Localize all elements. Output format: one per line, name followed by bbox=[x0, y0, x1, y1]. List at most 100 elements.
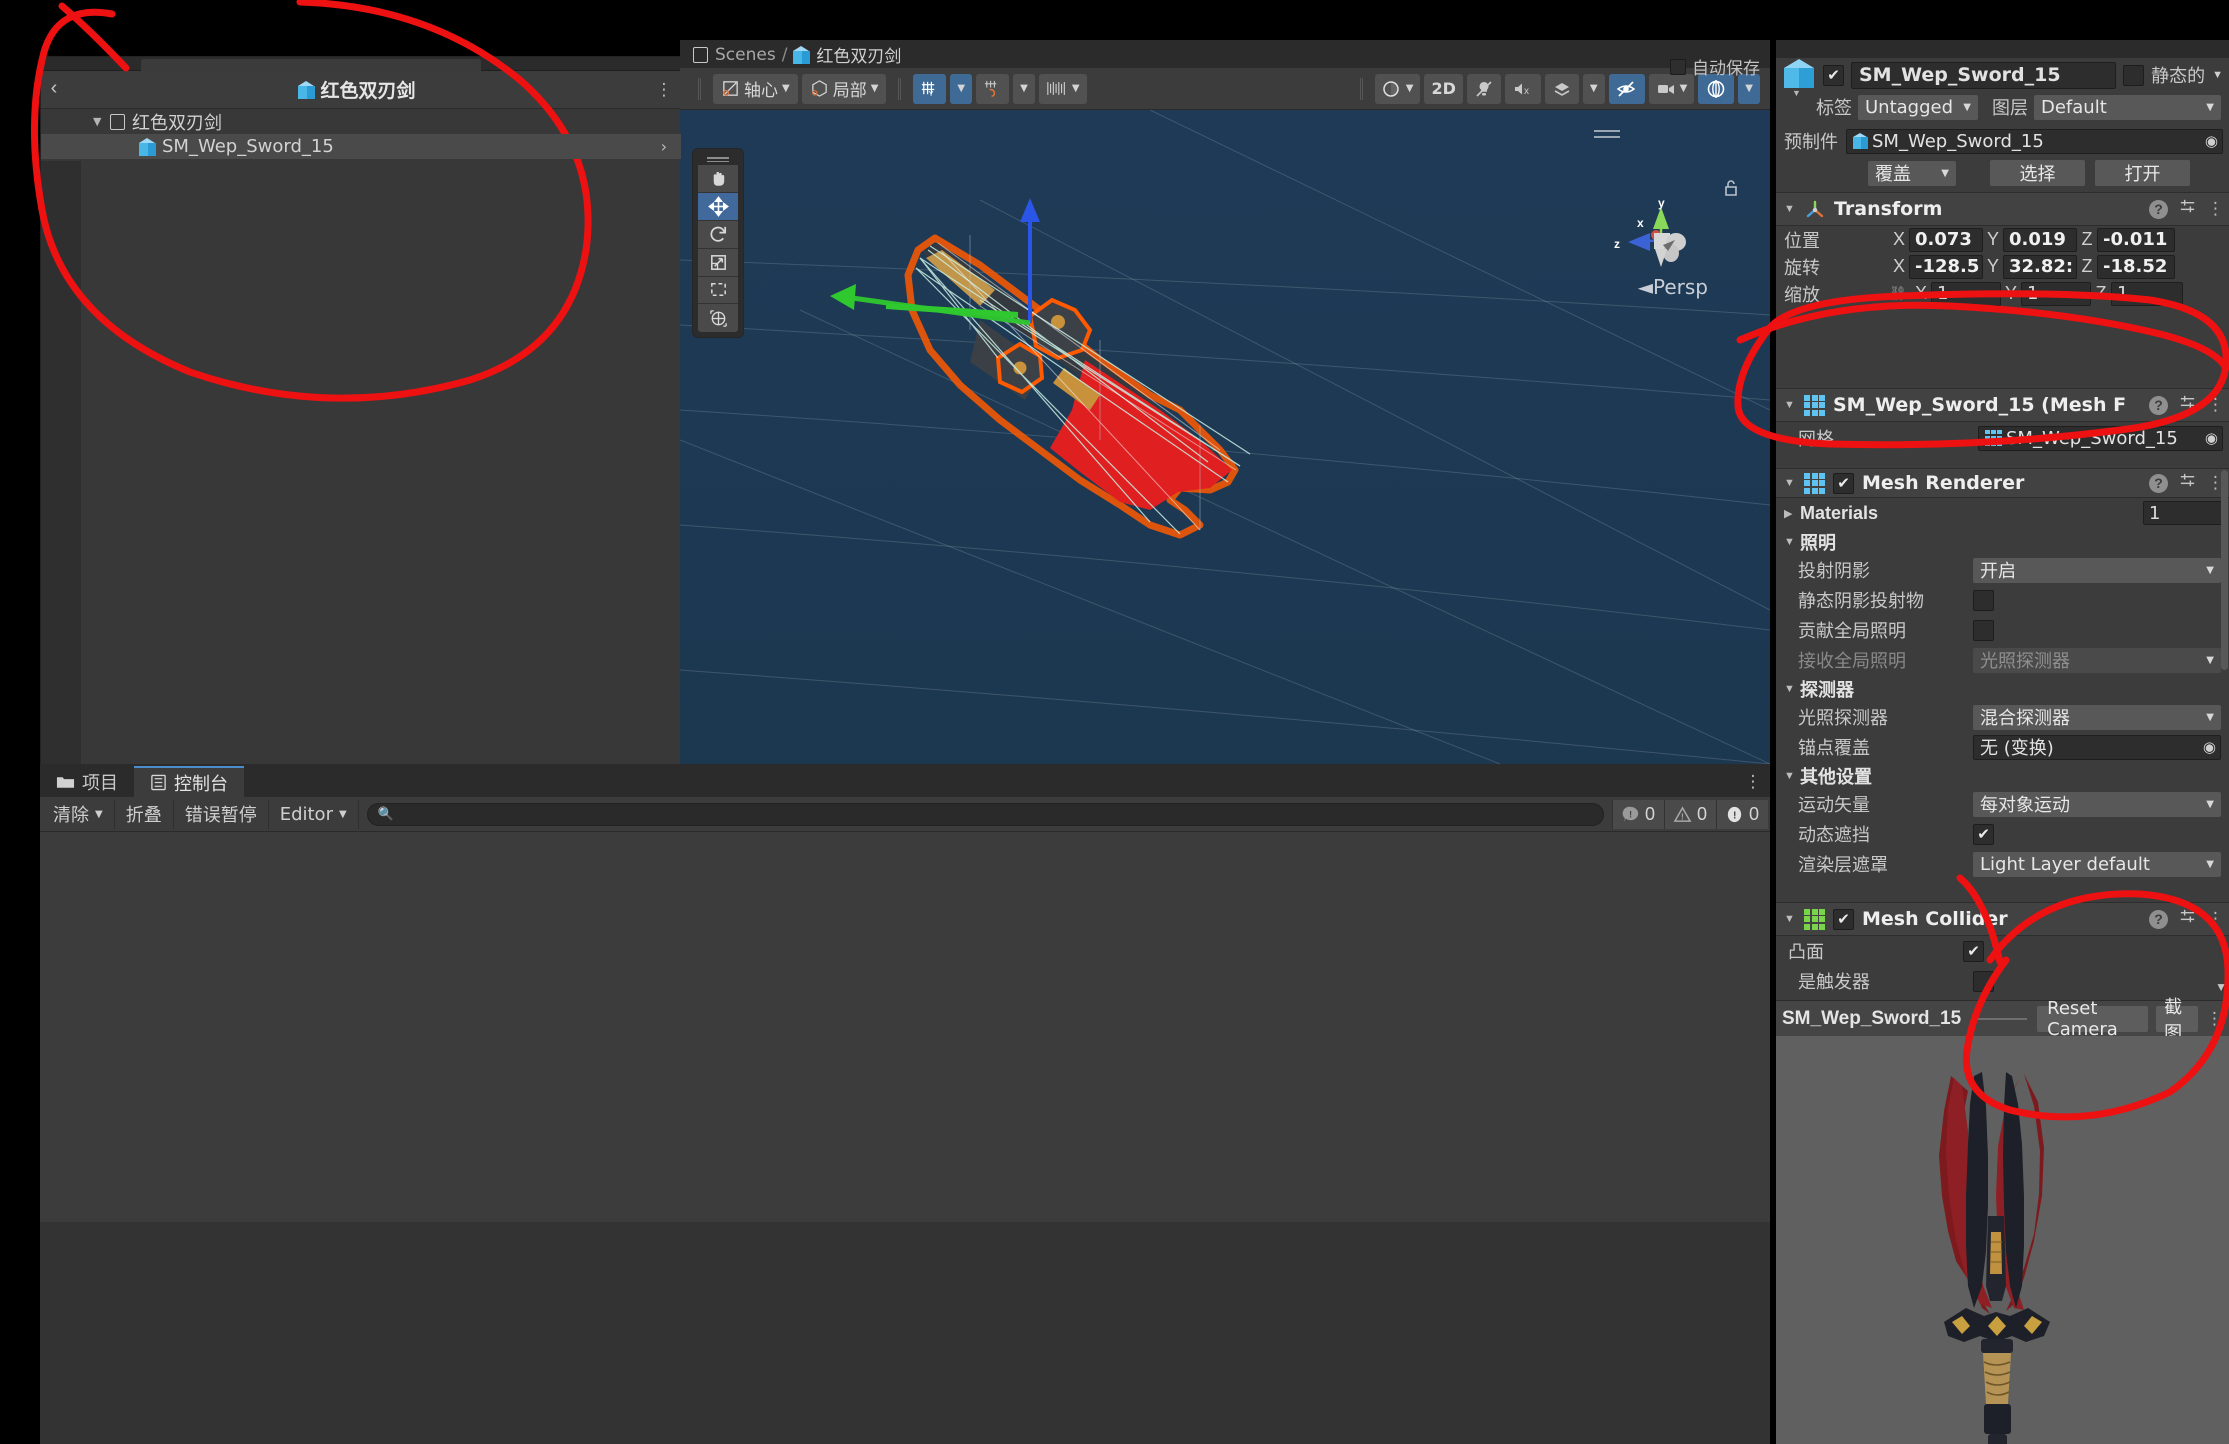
back-chevron-icon[interactable]: ‹ bbox=[41, 78, 67, 101]
preview-viewport[interactable]: CSDN @八倍镜咖啡馆花甲粉复合机 bbox=[1776, 1036, 2229, 1444]
help-icon[interactable]: ? bbox=[2149, 909, 2168, 929]
rotation-z-field[interactable]: -18.52 bbox=[2097, 254, 2175, 279]
mesh-collider-header[interactable]: ▼ ✔ Mesh Collider ? ⋮ bbox=[1776, 902, 2229, 936]
scale-z-field[interactable]: 1 bbox=[2111, 281, 2183, 306]
materials-count-field[interactable]: 1 bbox=[2143, 501, 2223, 525]
clear-button[interactable]: 清除 ▼ bbox=[42, 799, 115, 829]
prefab-select-button[interactable]: 选择 bbox=[1990, 160, 2085, 186]
rendering-layer-dropdown[interactable]: Light Layer default ▼ bbox=[1973, 851, 2221, 877]
chevron-down-icon[interactable]: ▼ bbox=[1784, 203, 1796, 215]
grid-snap-button[interactable] bbox=[976, 73, 1010, 104]
prefab-overrides-dropdown[interactable]: 覆盖 ▼ bbox=[1868, 160, 1956, 186]
rotation-y-field[interactable]: 32.82: bbox=[2003, 254, 2077, 279]
layer-dropdown[interactable]: Default ▼ bbox=[2034, 94, 2221, 120]
handle-space-button[interactable]: 局部 ▼ bbox=[801, 73, 887, 104]
scale-x-field[interactable]: 1 bbox=[1931, 281, 2001, 306]
scene-visibility-button[interactable] bbox=[1608, 73, 1645, 104]
hand-tool-button[interactable] bbox=[698, 165, 738, 194]
contribute-gi-checkbox[interactable]: ✔ bbox=[1973, 619, 1994, 641]
dynamic-occlusion-checkbox[interactable]: ✔ bbox=[1973, 823, 1994, 845]
rect-tool-button[interactable] bbox=[698, 276, 738, 305]
preset-icon[interactable] bbox=[2178, 907, 2197, 931]
breadcrumb-root[interactable]: Scenes bbox=[715, 45, 776, 65]
component-menu-icon[interactable]: ⋮ bbox=[2207, 910, 2224, 927]
palette-grip[interactable] bbox=[698, 154, 738, 165]
projection-label[interactable]: ◄Persp bbox=[1638, 275, 1708, 299]
preset-icon[interactable] bbox=[2178, 471, 2197, 495]
chevron-down-icon[interactable]: ▼ bbox=[2212, 69, 2223, 81]
draw-mode-button[interactable]: ▼ bbox=[1374, 73, 1421, 104]
object-enabled-checkbox[interactable]: ✔ bbox=[1823, 64, 1844, 86]
mesh-filter-header[interactable]: ▼ SM_Wep_Sword_15 (Mesh F ? ⋮ bbox=[1776, 388, 2229, 422]
hierarchy-tab[interactable] bbox=[141, 59, 481, 71]
preset-icon[interactable] bbox=[2178, 197, 2197, 221]
preview-menu-icon[interactable]: ⋮ bbox=[2206, 1010, 2223, 1027]
component-menu-icon[interactable]: ⋮ bbox=[2207, 474, 2224, 491]
tag-dropdown[interactable]: Untagged ▼ bbox=[1858, 94, 1978, 120]
scene-fx-button[interactable] bbox=[1544, 73, 1579, 104]
object-picker-icon[interactable]: ◉ bbox=[2205, 429, 2218, 447]
rotate-tool-button[interactable] bbox=[698, 221, 738, 249]
screenshot-button[interactable]: 截图 bbox=[2156, 997, 2198, 1044]
probes-section-header[interactable]: ▼ 探测器 bbox=[1776, 675, 2229, 702]
error-count-badge[interactable]: ! 0 bbox=[1716, 799, 1768, 829]
cast-shadows-dropdown[interactable]: 开启 ▼ bbox=[1973, 557, 2221, 583]
gizmo-grip[interactable] bbox=[1594, 130, 1620, 138]
scene-fx-dropdown[interactable]: ▼ bbox=[1582, 73, 1605, 104]
breadcrumb-current[interactable]: 红色双刃剑 bbox=[816, 42, 901, 67]
console-log-list[interactable] bbox=[40, 832, 1770, 1222]
materials-row[interactable]: ▶ Materials 1 bbox=[1776, 498, 2229, 528]
component-menu-icon[interactable]: ⋮ bbox=[2207, 396, 2224, 413]
mesh-collider-enabled-checkbox[interactable]: ✔ bbox=[1833, 908, 1854, 930]
collapse-button[interactable]: 折叠 bbox=[115, 799, 174, 829]
autosave-checkbox[interactable] bbox=[1670, 58, 1686, 75]
position-x-field[interactable]: 0.073 bbox=[1909, 227, 1983, 252]
scale-tool-button[interactable] bbox=[698, 248, 738, 277]
orientation-gizmo[interactable]: y z x bbox=[1606, 195, 1716, 285]
chevron-down-icon[interactable]: ▼ bbox=[95, 809, 103, 820]
mesh-object-field[interactable]: SM_Wep_Sword_15 ◉ bbox=[1978, 425, 2223, 451]
pivot-mode-button[interactable]: 轴心 ▼ bbox=[713, 73, 798, 104]
scene-lighting-button[interactable] bbox=[1466, 73, 1501, 104]
inspector-scrollbar[interactable] bbox=[2221, 470, 2228, 670]
transform-tool-button[interactable] bbox=[698, 304, 738, 333]
chevron-down-icon[interactable]: ▼ bbox=[93, 115, 109, 128]
component-menu-icon[interactable]: ⋮ bbox=[2207, 200, 2224, 217]
is-trigger-checkbox[interactable]: ✔ bbox=[1973, 970, 1994, 992]
static-checkbox[interactable]: ✔ bbox=[2123, 64, 2145, 86]
chevron-right-icon[interactable]: ▶ bbox=[1784, 507, 1796, 520]
mesh-renderer-enabled-checkbox[interactable]: ✔ bbox=[1833, 472, 1854, 494]
chevron-right-icon[interactable]: › bbox=[661, 137, 667, 156]
motion-vectors-dropdown[interactable]: 每对象运动 ▼ bbox=[1973, 791, 2221, 817]
search-input[interactable]: 🔍 bbox=[366, 802, 1604, 826]
prefab-open-button[interactable]: 打开 bbox=[2095, 160, 2190, 186]
help-icon[interactable]: ? bbox=[2149, 199, 2168, 219]
help-icon[interactable]: ? bbox=[2149, 395, 2168, 415]
reset-camera-button[interactable]: Reset Camera bbox=[2037, 998, 2149, 1040]
chevron-down-icon[interactable]: ▼ bbox=[1784, 683, 1796, 695]
scene-audio-button[interactable]: x bbox=[1504, 73, 1541, 104]
grid-dropdown-button[interactable]: ▼ bbox=[950, 73, 973, 104]
preset-icon[interactable] bbox=[2178, 393, 2197, 417]
2d-toggle-button[interactable]: 2D bbox=[1424, 73, 1463, 104]
transform-header[interactable]: ▼ Transform ? ⋮ bbox=[1776, 192, 2229, 226]
additional-section-header[interactable]: ▼ 其他设置 bbox=[1776, 762, 2229, 789]
object-picker-icon[interactable]: ◉ bbox=[2203, 738, 2216, 756]
error-pause-button[interactable]: 错误暂停 bbox=[174, 799, 269, 829]
autosave-control[interactable]: 自动保存 bbox=[1670, 54, 1760, 79]
mesh-renderer-header[interactable]: ▼ ✔ Mesh Renderer ? ⋮ bbox=[1776, 468, 2229, 498]
lock-icon[interactable] bbox=[1722, 178, 1740, 203]
scene-viewport[interactable]: y z x ◄Persp bbox=[680, 110, 1770, 764]
help-icon[interactable]: ? bbox=[2149, 473, 2168, 493]
position-z-field[interactable]: -0.011 bbox=[2097, 227, 2175, 252]
list-item[interactable]: ▼ 红色双刃剑 bbox=[41, 109, 681, 134]
scale-lock-icon[interactable]: ⛓ bbox=[1889, 285, 1911, 302]
log-count-badge[interactable]: ! 0 bbox=[1612, 799, 1664, 829]
snap-increment-button[interactable]: ▼ bbox=[1038, 73, 1087, 104]
light-probes-dropdown[interactable]: 混合探测器 ▼ bbox=[1973, 704, 2221, 730]
hierarchy-menu-icon[interactable]: ⋮ bbox=[647, 81, 681, 98]
move-tool-button[interactable] bbox=[698, 193, 738, 221]
console-detail-pane[interactable] bbox=[40, 1222, 1770, 1444]
grid-visibility-button[interactable]: Y bbox=[913, 73, 947, 104]
static-shadow-caster-checkbox[interactable]: ✔ bbox=[1973, 589, 1994, 611]
